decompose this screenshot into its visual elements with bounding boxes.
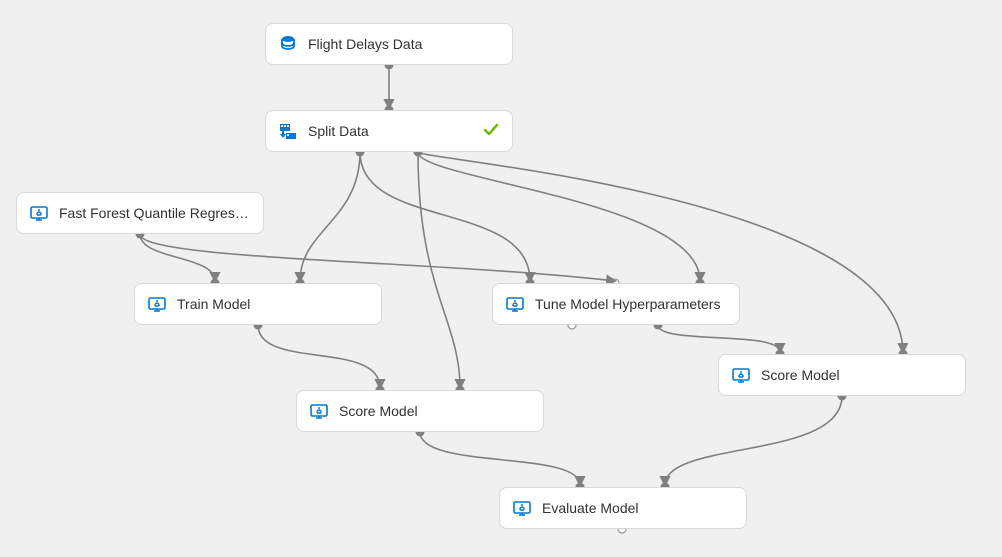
ml-icon — [29, 203, 49, 223]
node-train-model[interactable]: Train Model — [134, 283, 382, 325]
node-label: Evaluate Model — [542, 500, 734, 516]
node-fast-forest-quantile-regression[interactable]: Fast Forest Quantile Regress... — [16, 192, 264, 234]
node-label: Flight Delays Data — [308, 36, 500, 52]
pipeline-canvas[interactable]: Flight Delays Data Split Data — [0, 0, 1002, 557]
node-label: Score Model — [761, 367, 953, 383]
ml-icon — [731, 365, 751, 385]
node-flight-delays-data[interactable]: Flight Delays Data — [265, 23, 513, 65]
check-icon — [482, 121, 500, 142]
ml-icon — [505, 294, 525, 314]
node-score-model-right[interactable]: Score Model — [718, 354, 966, 396]
ml-icon — [309, 401, 329, 421]
node-label: Train Model — [177, 296, 369, 312]
node-score-model-left[interactable]: Score Model — [296, 390, 544, 432]
node-tune-model-hyperparameters[interactable]: Tune Model Hyperparameters — [492, 283, 740, 325]
node-label: Tune Model Hyperparameters — [535, 296, 727, 312]
transform-icon — [278, 121, 298, 141]
node-label: Split Data — [308, 123, 474, 139]
edges-layer — [0, 0, 1002, 557]
ml-icon — [512, 498, 532, 518]
node-evaluate-model[interactable]: Evaluate Model — [499, 487, 747, 529]
node-label: Score Model — [339, 403, 531, 419]
ml-icon — [147, 294, 167, 314]
dataset-icon — [278, 34, 298, 54]
node-split-data[interactable]: Split Data — [265, 110, 513, 152]
node-label: Fast Forest Quantile Regress... — [59, 205, 251, 221]
